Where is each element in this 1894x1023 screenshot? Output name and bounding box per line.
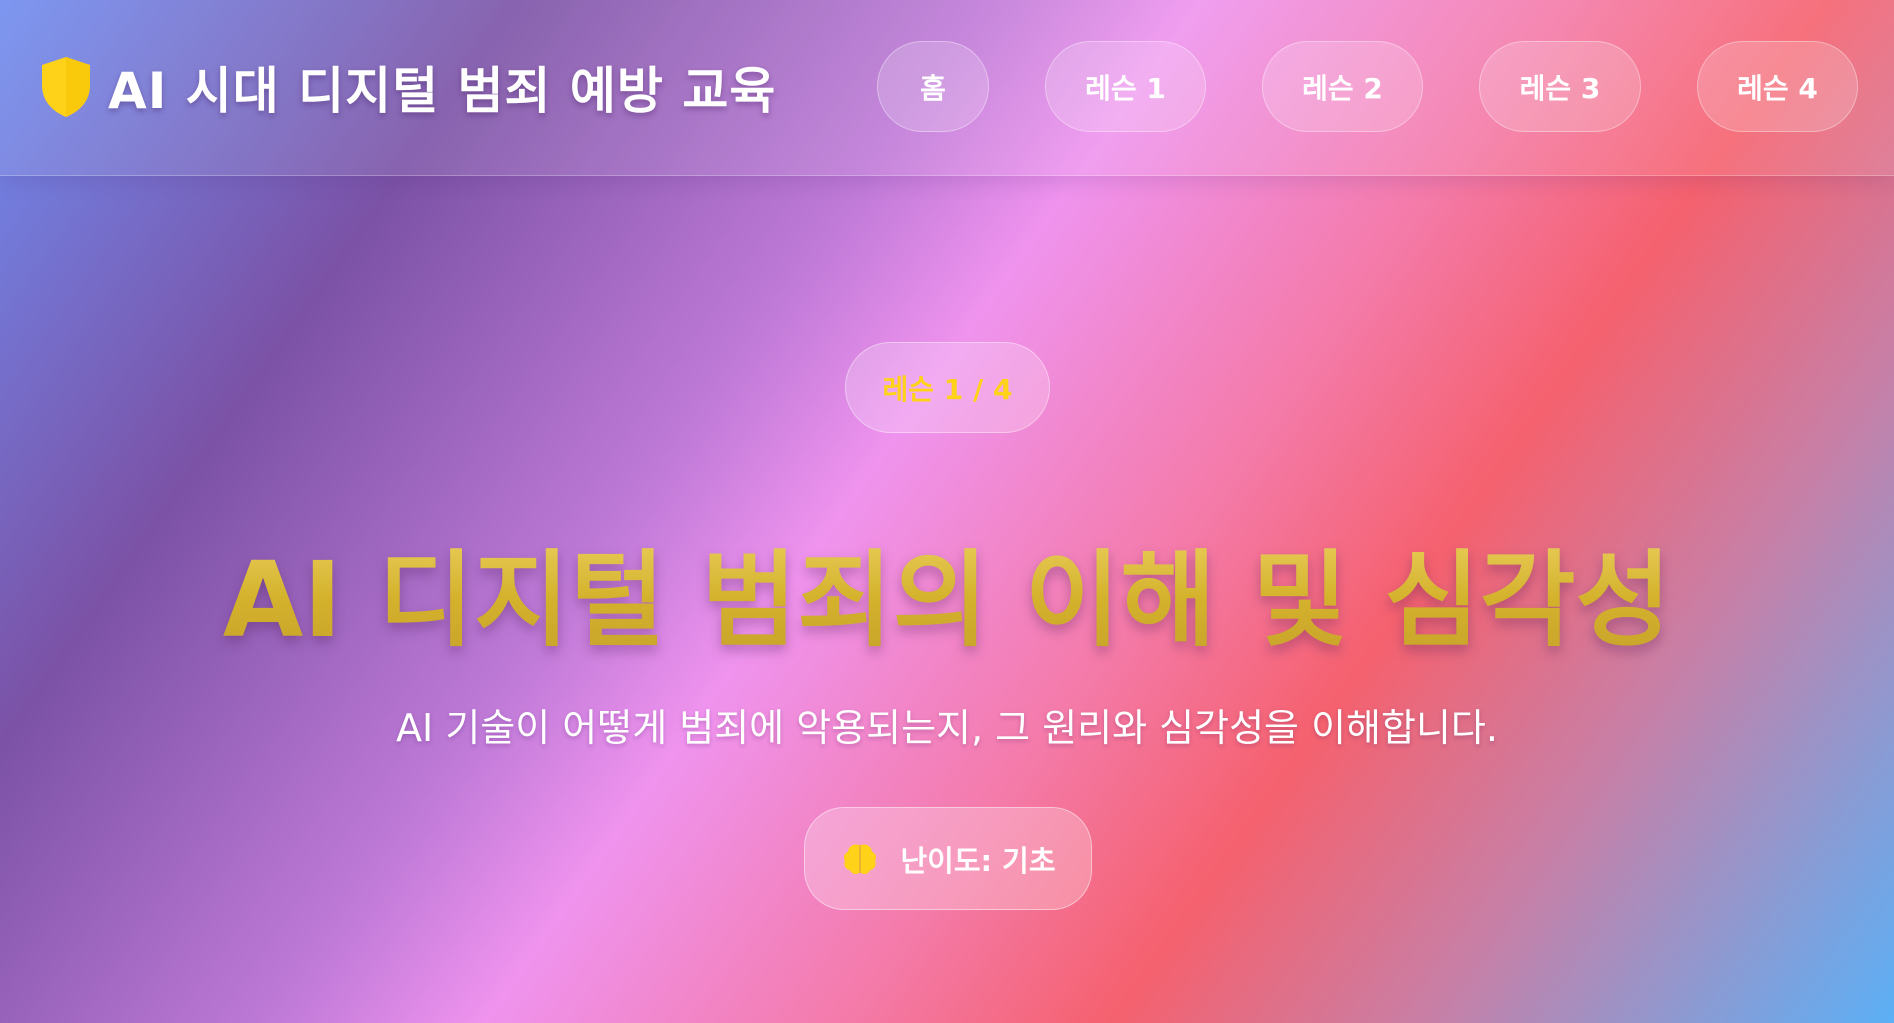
site-brand[interactable]: AI 시대 디지털 범죄 예방 교육 bbox=[38, 52, 776, 122]
difficulty-badge: 난이도: 기초 bbox=[804, 807, 1092, 910]
site-title: AI 시대 디지털 범죄 예방 교육 bbox=[108, 62, 777, 120]
lesson-subtitle: AI 기술이 어떻게 범죄에 악용되는지, 그 원리와 심각성을 이해합니다. bbox=[396, 706, 1498, 750]
lesson-title: AI 디지털 범죄의 이해 및 심각성 bbox=[0, 515, 1894, 666]
brain-icon bbox=[840, 839, 900, 879]
difficulty-label: 난이도: 기초 bbox=[900, 843, 1056, 878]
nav-lesson-4[interactable]: 레슨 4 bbox=[1697, 41, 1858, 132]
shield-icon bbox=[38, 55, 94, 119]
nav-lesson-1[interactable]: 레슨 1 bbox=[1045, 41, 1206, 132]
lesson-progress-badge: 레슨 1 / 4 bbox=[845, 342, 1050, 433]
nav-home[interactable]: 홈 bbox=[877, 41, 989, 132]
top-navigation-bar: AI 시대 디지털 범죄 예방 교육 홈 레슨 1 레슨 2 레슨 3 레슨 4 bbox=[0, 0, 1894, 176]
nav-lesson-3[interactable]: 레슨 3 bbox=[1479, 41, 1641, 132]
nav-lesson-2[interactable]: 레슨 2 bbox=[1262, 41, 1423, 132]
